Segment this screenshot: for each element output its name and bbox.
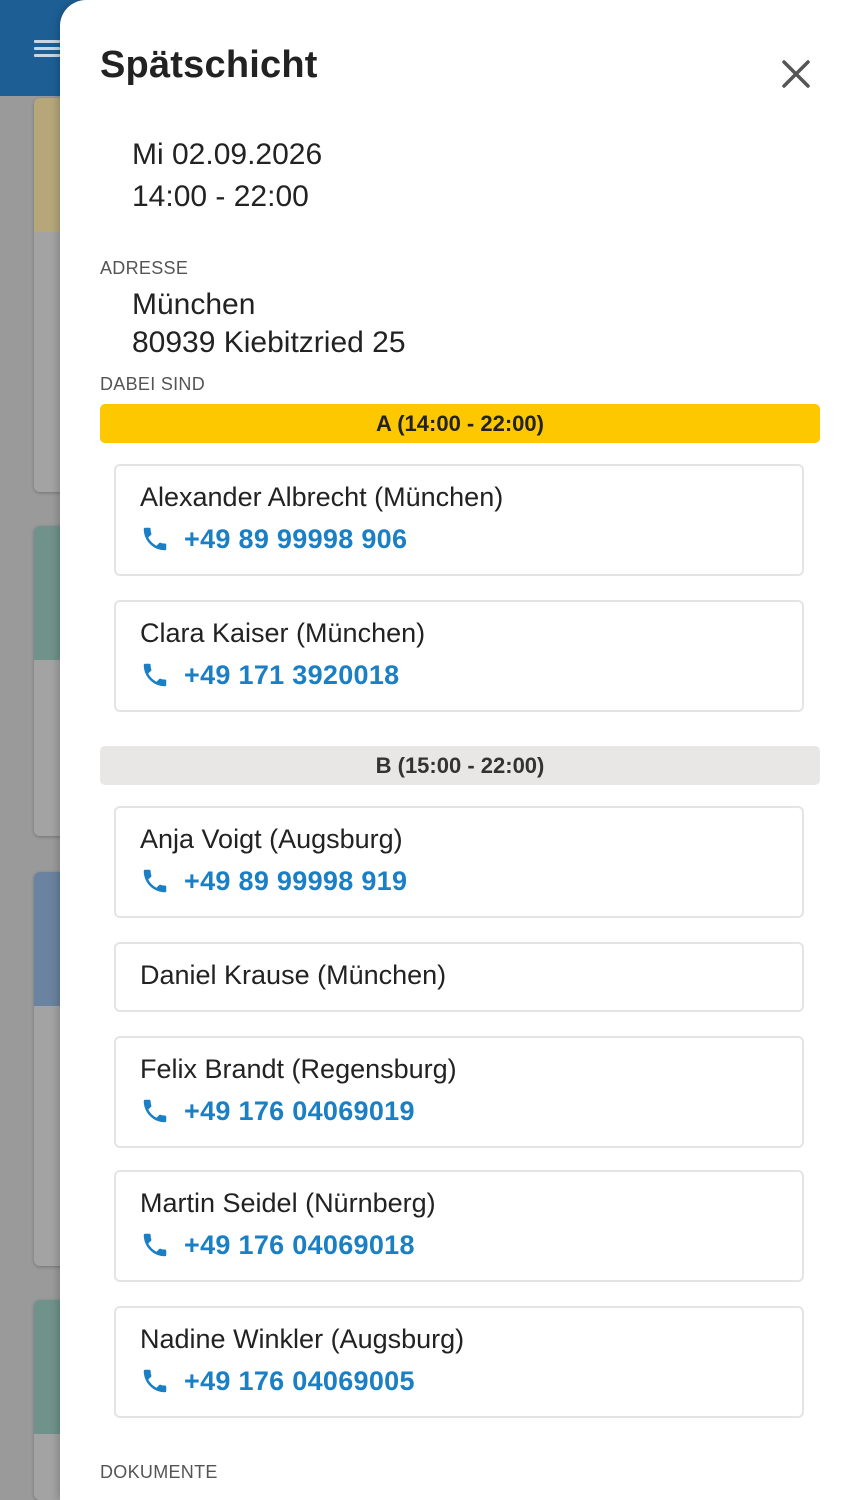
close-button[interactable]	[774, 52, 818, 96]
shift-time: 14:00 - 22:00	[132, 180, 309, 213]
participants-label: DABEI SIND	[100, 374, 206, 394]
phone-number: +49 176 04069018	[184, 1229, 415, 1260]
phone-number: +49 89 99998 906	[184, 523, 408, 554]
participant-card[interactable]: Clara Kaiser (München) +49 171 3920018	[114, 600, 804, 712]
phone-icon	[143, 527, 167, 551]
shift-datetime: Mi 02.09.2026 14:00 - 22:00	[132, 134, 322, 218]
phone-link[interactable]: +49 171 3920018	[140, 658, 399, 692]
participant-name: Martin Seidel (Nürnberg)	[140, 1188, 436, 1218]
close-icon	[782, 60, 810, 88]
group-header-b: B (15:00 - 22:00)	[100, 746, 820, 785]
phone-link[interactable]: +49 89 99998 919	[140, 864, 407, 898]
phone-link[interactable]: +49 89 99998 906	[140, 522, 407, 556]
participant-name: Anja Voigt (Augsburg)	[140, 824, 403, 854]
shift-detail-dialog: Spätschicht Mi 02.09.2026 14:00 - 22:00 …	[60, 0, 860, 1500]
phone-number: +49 89 99998 919	[184, 865, 408, 896]
participant-name: Alexander Albrecht (München)	[140, 482, 504, 512]
dialog-title: Spätschicht	[100, 44, 318, 86]
participant-name: Felix Brandt (Regensburg)	[140, 1054, 457, 1084]
group-header-a: A (14:00 - 22:00)	[100, 404, 820, 443]
phone-icon	[143, 1233, 167, 1257]
participant-card[interactable]: Anja Voigt (Augsburg) +49 89 99998 919	[114, 806, 804, 918]
phone-icon	[143, 663, 167, 687]
phone-link[interactable]: +49 176 04069019	[140, 1094, 415, 1128]
address-label: ADRESSE	[100, 258, 189, 278]
participant-name: Clara Kaiser (München)	[140, 618, 426, 648]
phone-icon	[143, 1369, 167, 1393]
phone-number: +49 171 3920018	[184, 659, 400, 690]
address-block: München 80939 Kiebitzried 25	[132, 286, 406, 362]
address-city: München	[132, 288, 256, 321]
shift-date: Mi 02.09.2026	[132, 138, 323, 171]
participant-name: Nadine Winkler (Augsburg)	[140, 1324, 465, 1354]
hamburger-menu-icon[interactable]	[34, 40, 60, 58]
participant-card[interactable]: Alexander Albrecht (München) +49 89 9999…	[114, 464, 804, 576]
documents-label: DOKUMENTE	[100, 1462, 218, 1482]
participant-card[interactable]: Felix Brandt (Regensburg) +49 176 040690…	[114, 1036, 804, 1148]
phone-icon	[143, 869, 167, 893]
participant-card[interactable]: Daniel Krause (München)	[114, 942, 804, 1012]
phone-link[interactable]: +49 176 04069018	[140, 1228, 415, 1262]
address-street: 80939 Kiebitzried 25	[132, 326, 406, 359]
participant-card[interactable]: Martin Seidel (Nürnberg) +49 176 0406901…	[114, 1170, 804, 1282]
participant-card[interactable]: Nadine Winkler (Augsburg) +49 176 040690…	[114, 1306, 804, 1418]
phone-link[interactable]: +49 176 04069005	[140, 1364, 415, 1398]
phone-number: +49 176 04069019	[184, 1095, 415, 1126]
phone-number: +49 176 04069005	[184, 1365, 415, 1396]
phone-icon	[143, 1099, 167, 1123]
participant-name: Daniel Krause (München)	[140, 960, 447, 990]
